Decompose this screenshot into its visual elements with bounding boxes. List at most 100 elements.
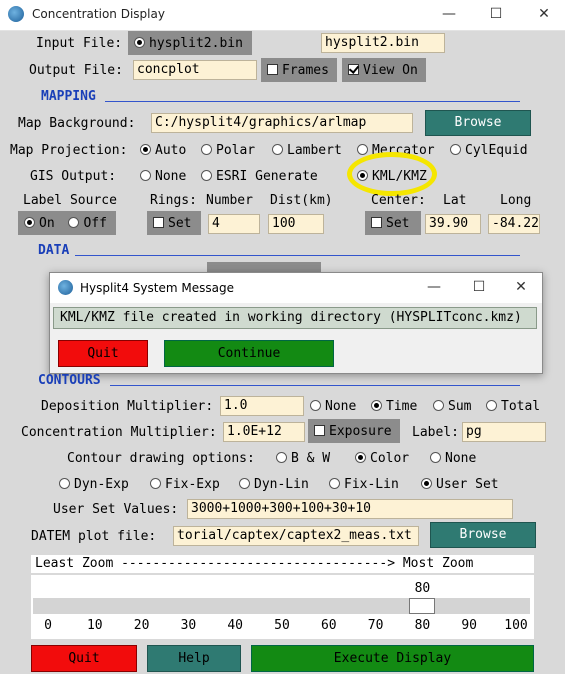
zoom-slider-trough[interactable] [33, 598, 530, 614]
rings-label: Rings: [150, 193, 197, 208]
radio-indicator [329, 478, 340, 489]
frames-checkbox[interactable]: Frames [261, 58, 337, 82]
label-off-radio[interactable]: Off [68, 216, 107, 231]
close-icon[interactable]: ✕ [533, 4, 555, 24]
minimize-icon[interactable]: — [423, 277, 445, 297]
rings-set-checkbox[interactable]: Set [147, 211, 201, 235]
mapping-divider [105, 101, 520, 102]
gis-none-radio[interactable]: None [140, 169, 186, 184]
map-background-field[interactable]: C:/hysplit4/graphics/arlmap [151, 113, 413, 133]
level-userset-radio[interactable]: User Set [421, 477, 499, 492]
lat-field[interactable]: 39.90 [425, 214, 481, 234]
label-source-group: On Off [18, 211, 116, 235]
dep-total-radio[interactable]: Total [486, 399, 540, 414]
level-fixexp-radio[interactable]: Fix-Exp [150, 477, 220, 492]
app-feather-icon [8, 6, 24, 22]
radio-label: None [445, 451, 477, 466]
projection-auto-radio[interactable]: Auto [140, 143, 186, 158]
checkbox-indicator [153, 217, 164, 228]
dialog-quit-button[interactable]: Quit [58, 340, 148, 367]
concentration-multiplier-label: Concentration Multiplier: [21, 425, 217, 440]
level-fixlin-radio[interactable]: Fix-Lin [329, 477, 399, 492]
input-file-field[interactable]: hysplit2.bin [321, 33, 445, 53]
output-file-field[interactable]: concplot [133, 60, 257, 80]
execute-display-button[interactable]: Execute Display [251, 645, 534, 672]
dialog-title-bar: Hysplit4 System Message — ☐ ✕ [50, 273, 542, 303]
datem-file-field[interactable]: torial/captex/captex2_meas.txt [173, 526, 419, 546]
checkbox-indicator [314, 425, 325, 436]
maximize-icon[interactable]: ☐ [485, 4, 507, 24]
radio-indicator [140, 170, 151, 181]
zoom-value-label: 80 [414, 581, 431, 596]
checkbox-label: Exposure [329, 424, 392, 439]
map-browse-button[interactable]: Browse [425, 110, 531, 136]
drawing-bw-radio[interactable]: B & W [276, 451, 330, 466]
level-dynlin-radio[interactable]: Dyn-Lin [239, 477, 309, 492]
map-background-label: Map Background: [18, 116, 136, 131]
view-on-label: View On [363, 63, 418, 78]
rings-dist-field[interactable]: 100 [268, 214, 324, 234]
radio-indicator [134, 37, 145, 48]
level-dynexp-radio[interactable]: Dyn-Exp [59, 477, 129, 492]
radio-indicator [357, 144, 368, 155]
minimize-icon[interactable]: — [438, 4, 460, 24]
radio-label: B & W [291, 451, 331, 466]
radio-indicator [355, 452, 366, 463]
radio-label: User Set [436, 477, 499, 492]
user-set-values-field[interactable]: 3000+1000+300+100+30+10 [187, 499, 513, 519]
dep-sum-radio[interactable]: Sum [433, 399, 471, 414]
view-on-checkbox[interactable]: View On [342, 58, 426, 82]
radio-indicator [450, 144, 461, 155]
radio-label: Fix-Exp [165, 477, 220, 492]
radio-label: Sum [448, 399, 472, 414]
radio-indicator [239, 478, 250, 489]
input-file-radio[interactable]: hysplit2.bin [128, 31, 252, 55]
contour-drawing-label: Contour drawing options: [67, 451, 255, 466]
zoom-slider-thumb[interactable] [409, 598, 436, 614]
deposition-multiplier-field[interactable]: 1.0 [220, 396, 304, 416]
maximize-icon[interactable]: ☐ [468, 277, 490, 297]
radio-indicator [24, 217, 35, 228]
rings-number-field[interactable]: 4 [208, 214, 260, 234]
projection-lambert-radio[interactable]: Lambert [272, 143, 342, 158]
projection-polar-radio[interactable]: Polar [201, 143, 255, 158]
radio-indicator [140, 144, 151, 155]
dialog-continue-button[interactable]: Continue [164, 340, 334, 367]
radio-indicator [430, 452, 441, 463]
exposure-checkbox[interactable]: Exposure [308, 419, 400, 443]
dep-time-radio[interactable]: Time [371, 399, 417, 414]
label-on-radio[interactable]: On [24, 216, 55, 231]
drawing-none-radio[interactable]: None [430, 451, 476, 466]
close-icon[interactable]: ✕ [510, 277, 532, 297]
radio-label: None [155, 169, 187, 184]
zoom-scale-panel: 80 0 10 20 30 40 50 60 70 80 90 100 [31, 575, 534, 639]
radio-label: CylEquid [465, 143, 528, 158]
rings-dist-label: Dist(km) [270, 193, 333, 208]
output-file-label: Output File: [29, 63, 123, 78]
mapping-section-title: MAPPING [41, 89, 96, 104]
zoom-tick-label: 90 [461, 618, 478, 633]
drawing-color-radio[interactable]: Color [355, 451, 409, 466]
projection-cylequid-radio[interactable]: CylEquid [450, 143, 528, 158]
checkbox-indicator [267, 64, 278, 75]
zoom-tick-label: 80 [414, 618, 431, 633]
long-field[interactable]: -84.22 [488, 214, 540, 234]
dep-none-radio[interactable]: None [310, 399, 356, 414]
radio-label: Total [501, 399, 541, 414]
zoom-tick-label: 0 [44, 618, 52, 633]
radio-label: Color [370, 451, 410, 466]
radio-indicator [421, 478, 432, 489]
radio-indicator [201, 144, 212, 155]
dialog-message: KML/KMZ file created in working director… [53, 307, 537, 329]
zoom-tick-label: 20 [133, 618, 150, 633]
radio-label: Polar [216, 143, 256, 158]
center-set-checkbox[interactable]: Set [365, 211, 421, 235]
datem-browse-button[interactable]: Browse [430, 522, 536, 548]
gis-esri-radio[interactable]: ESRI Generate [201, 169, 318, 184]
help-button[interactable]: Help [147, 645, 241, 672]
datem-file-label: DATEM plot file: [31, 529, 157, 544]
radio-indicator [433, 400, 444, 411]
contour-label-field[interactable]: pg [462, 422, 546, 442]
concentration-multiplier-field[interactable]: 1.0E+12 [223, 422, 305, 442]
quit-button[interactable]: Quit [31, 645, 137, 672]
